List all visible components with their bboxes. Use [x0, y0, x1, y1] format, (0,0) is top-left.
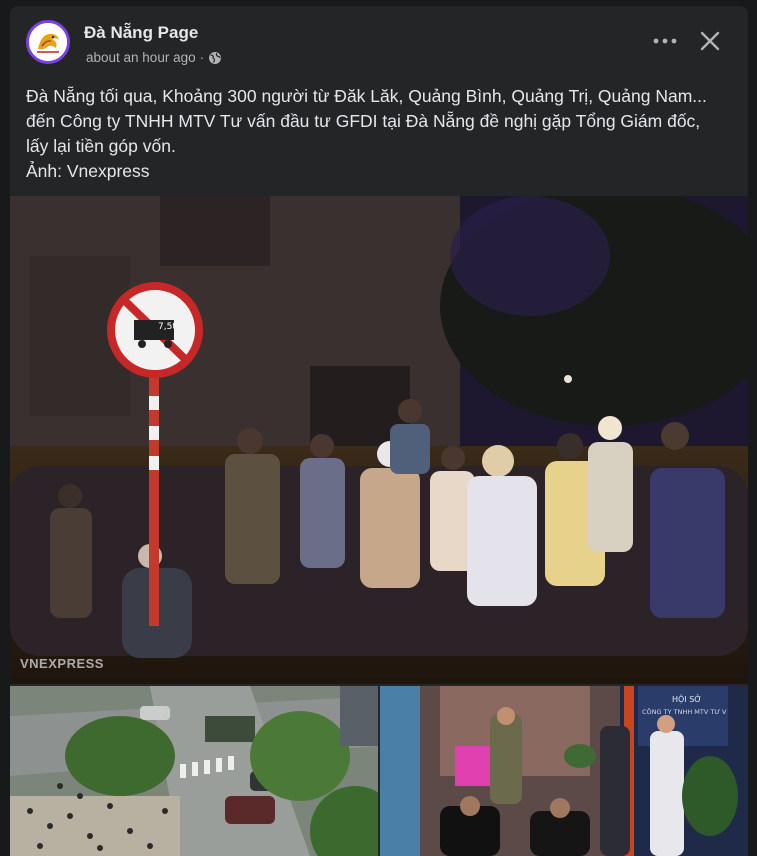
post-header: Đà Nẵng Page about an hour ago ·	[10, 6, 748, 80]
crowd-night-photo: 7,5t	[10, 196, 748, 684]
post-photo-main[interactable]: 7,5t VNEXPRESS	[10, 196, 748, 684]
close-button[interactable]	[695, 26, 725, 56]
more-options-button[interactable]	[648, 28, 682, 54]
post-photo-aerial[interactable]	[10, 686, 378, 856]
close-icon	[700, 31, 720, 51]
globe-icon	[209, 51, 222, 64]
vnexpress-watermark: VNEXPRESS	[20, 656, 104, 671]
post-photo-office[interactable]: HỘI SỞ CÔNG TY TNHH MTV TƯ V	[380, 686, 748, 856]
meta-separator: ·	[199, 50, 205, 65]
page-name[interactable]: Đà Nẵng Page	[84, 23, 198, 43]
sign-label: 7,5t	[158, 322, 176, 332]
office-sign-label: HỘI SỞ	[672, 693, 702, 704]
avatar-logo-icon	[29, 23, 67, 61]
more-horizontal-icon	[653, 38, 677, 44]
aerial-street-photo	[10, 686, 378, 856]
office-lobby-photo: HỘI SỞ CÔNG TY TNHH MTV TƯ V	[380, 686, 748, 856]
post-timestamp[interactable]: about an hour ago	[86, 50, 196, 65]
post-meta: about an hour ago ·	[86, 50, 222, 65]
post-card: Đà Nẵng Page about an hour ago · Đà Nẵng…	[10, 6, 748, 856]
office-sign-label-2: CÔNG TY TNHH MTV TƯ V	[642, 707, 727, 716]
page-avatar[interactable]	[26, 20, 70, 64]
post-text: Đà Nẵng tối qua, Khoảng 300 người từ Đăk…	[26, 86, 707, 181]
